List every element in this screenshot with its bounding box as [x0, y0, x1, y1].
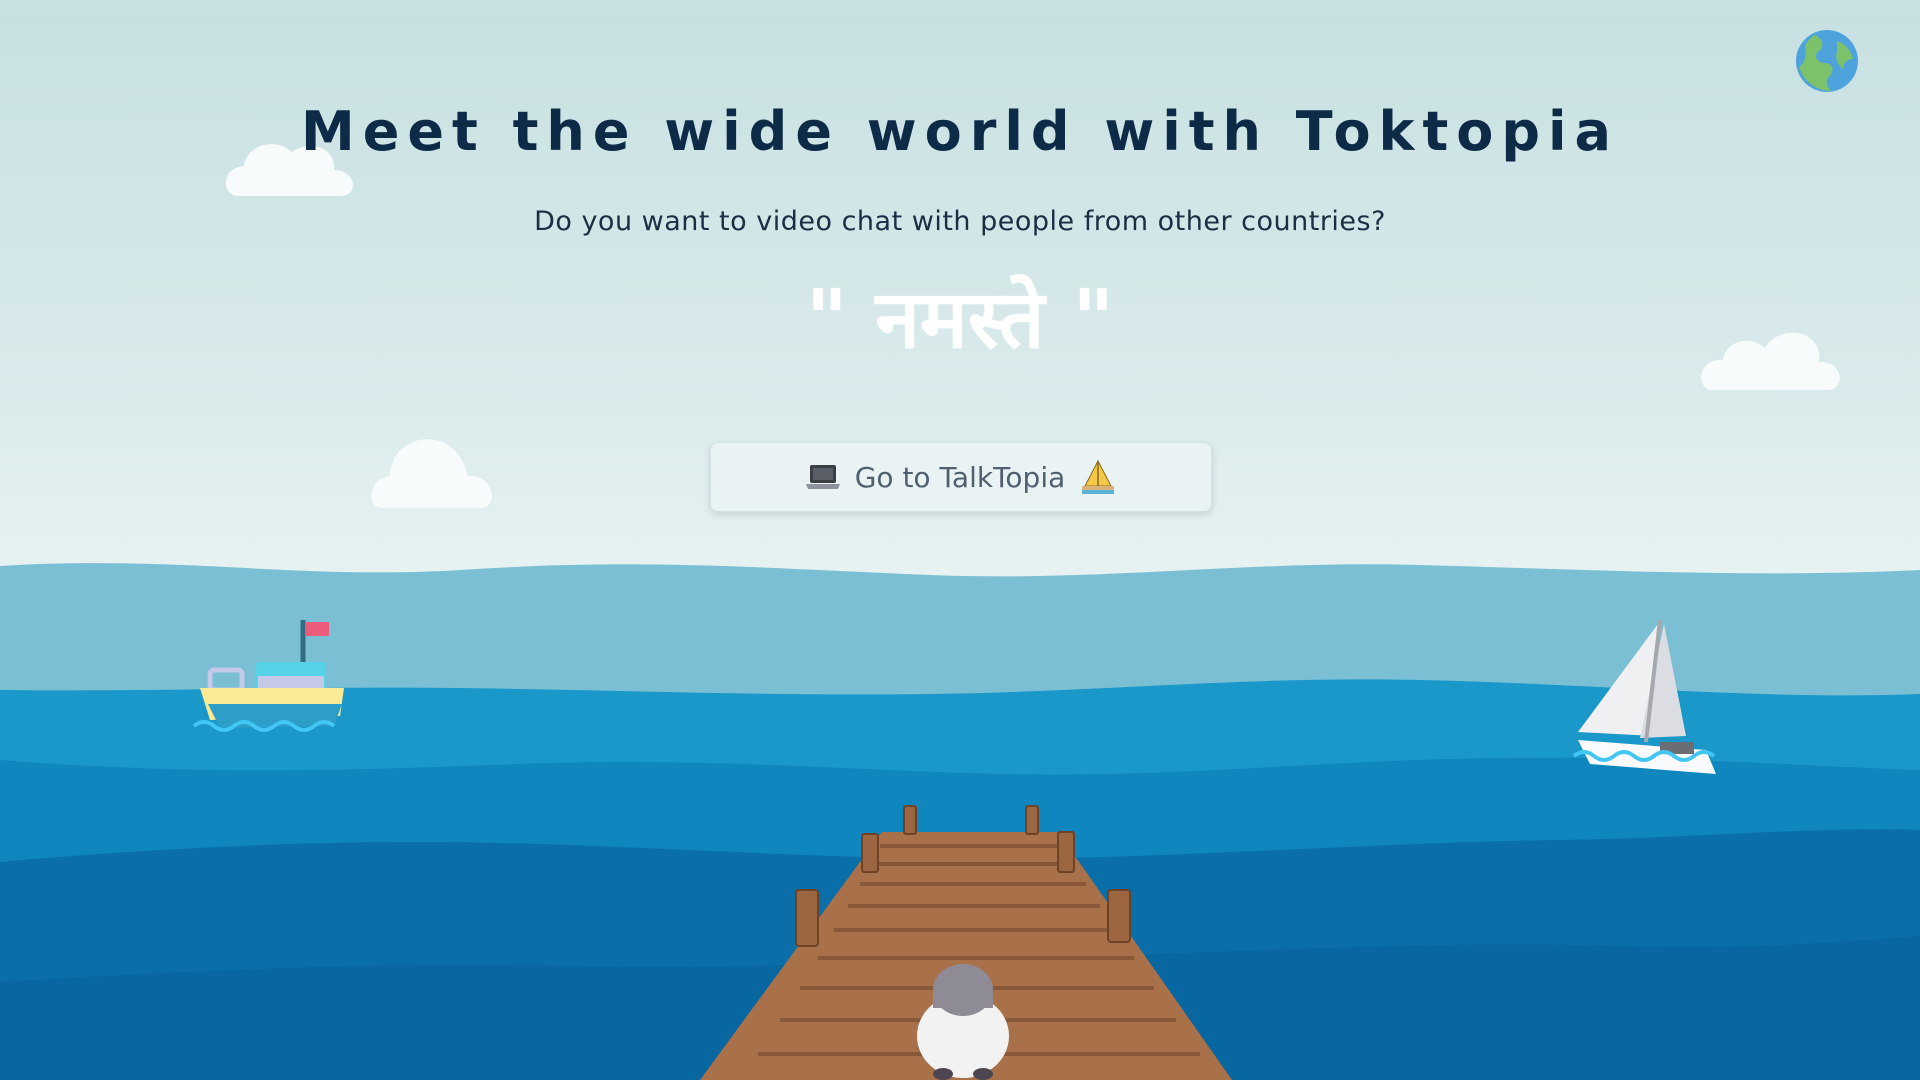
page-title: Meet the wide world with Toktopia: [301, 100, 1619, 163]
page-subtitle: Do you want to video chat with people fr…: [534, 206, 1386, 237]
sailboat-icon: [1082, 459, 1115, 494]
laptop-icon: [805, 465, 840, 489]
globe-icon: [1796, 30, 1858, 92]
go-to-talktopia-button[interactable]: Go to TalkTopia: [710, 442, 1212, 512]
greeting-word: " नमस्ते ": [805, 273, 1115, 366]
language-globe-button[interactable]: [1795, 29, 1859, 93]
cta-label: Go to TalkTopia: [854, 460, 1066, 494]
landing-scene: Meet the wide world with Toktopia Do you…: [0, 0, 1920, 1080]
cloud-left-mid: [371, 439, 492, 508]
